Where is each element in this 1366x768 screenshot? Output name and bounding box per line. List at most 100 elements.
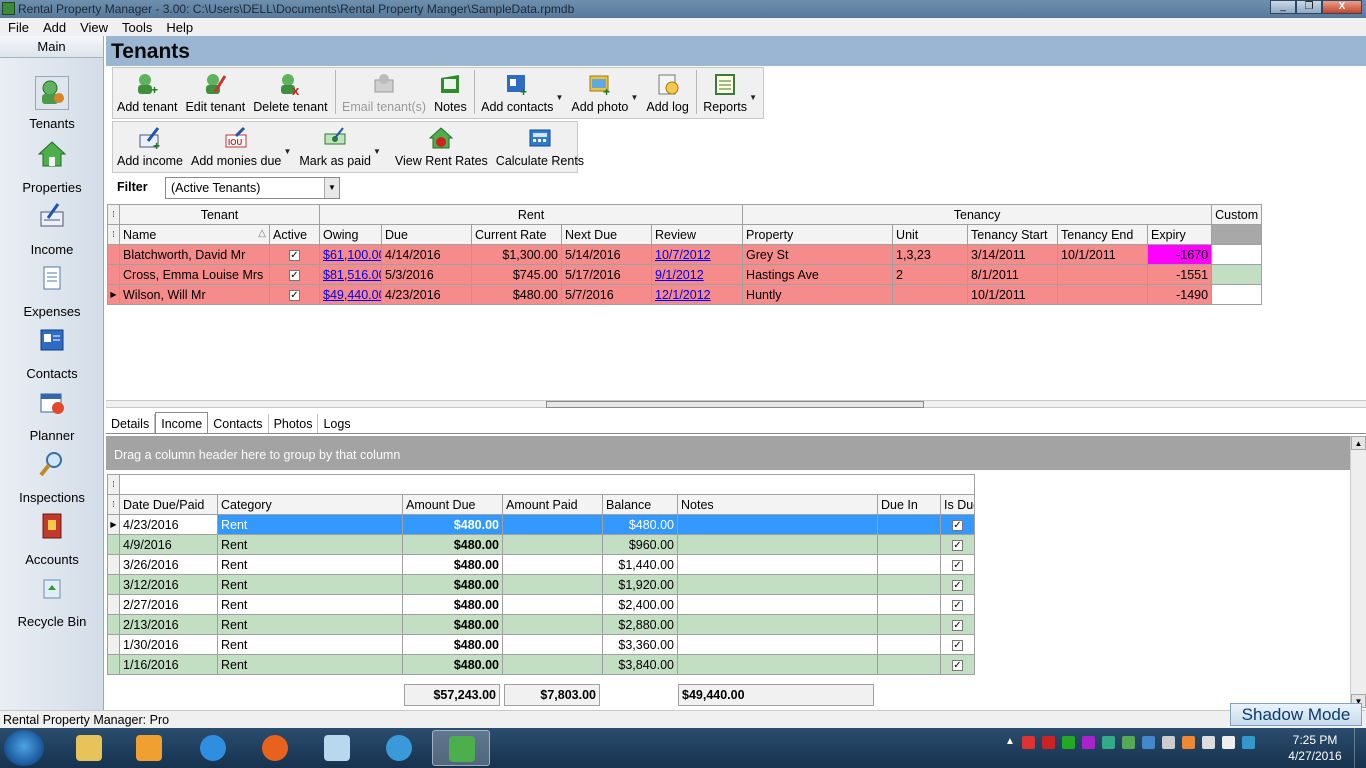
date-cell[interactable]: 3/12/2016 xyxy=(119,574,218,595)
tab-logs[interactable]: Logs xyxy=(318,414,355,434)
add-photo-button[interactable]: + Add photo ▼ xyxy=(567,68,638,118)
tray-icon[interactable] xyxy=(1121,736,1135,749)
volume-icon[interactable] xyxy=(1221,736,1235,749)
active-checkbox[interactable]: ✓ xyxy=(269,264,320,285)
sidebar-item-expenses[interactable]: Expenses xyxy=(0,264,104,324)
review-link[interactable]: 10/7/2012 xyxy=(655,248,711,262)
delete-tenant-button[interactable]: x Delete tenant xyxy=(249,68,331,118)
review-link[interactable]: 12/1/2012 xyxy=(655,288,711,302)
taskbar-media-player[interactable] xyxy=(120,730,178,766)
sidebar-item-properties[interactable]: Properties xyxy=(0,140,104,200)
mark-as-paid-button[interactable]: Mark as paid ▼ xyxy=(295,122,381,172)
col-unit[interactable]: Unit xyxy=(892,224,969,245)
sidebar-item-recycle-bin[interactable]: Recycle Bin xyxy=(0,574,104,634)
minimize-button[interactable]: _ xyxy=(1270,0,1296,14)
col-active[interactable]: Active xyxy=(269,224,320,245)
table-row[interactable]: Cross, Emma Louise Mrs ✓ $81,516.00 5/3/… xyxy=(107,264,1263,285)
menu-add[interactable]: Add xyxy=(39,20,76,35)
date-cell[interactable]: 1/16/2016 xyxy=(119,654,218,675)
col-tenancy-end[interactable]: Tenancy End xyxy=(1057,224,1149,245)
close-button[interactable]: X xyxy=(1322,0,1362,14)
col-date[interactable]: Date Due/Paid xyxy=(119,494,218,515)
tab-contacts[interactable]: Contacts xyxy=(208,414,269,434)
shadow-mode-button[interactable]: Shadow Mode xyxy=(1230,703,1362,726)
add-monies-due-button[interactable]: IOU Add monies due ▼ xyxy=(187,122,291,172)
is-due-checkbox[interactable]: ✓ xyxy=(940,534,975,555)
is-due-checkbox[interactable]: ✓ xyxy=(940,554,975,575)
chevron-down-icon[interactable]: ▼ xyxy=(630,93,638,102)
is-due-checkbox[interactable]: ✓ xyxy=(940,594,975,615)
col-due[interactable]: Due xyxy=(381,224,472,245)
chevron-down-icon[interactable]: ▼ xyxy=(555,93,563,102)
clock[interactable]: 7:25 PM 4/27/2016 xyxy=(1284,732,1346,764)
vertical-scrollbar[interactable]: ▲ ▼ xyxy=(1350,436,1366,708)
calculate-rents-button[interactable]: Calculate Rents xyxy=(492,122,588,172)
tray-icon[interactable] xyxy=(1241,736,1255,749)
review-link[interactable]: 9/1/2012 xyxy=(655,268,704,282)
view-rent-rates-button[interactable]: View Rent Rates xyxy=(391,122,492,172)
date-cell[interactable]: 3/26/2016 xyxy=(119,554,218,575)
owing-link[interactable]: $49,440.00 xyxy=(323,288,381,302)
chevron-down-icon[interactable]: ▼ xyxy=(324,178,339,198)
is-due-checkbox[interactable]: ✓ xyxy=(940,614,975,635)
splitter-grip[interactable] xyxy=(546,401,924,408)
taskbar-notepad[interactable] xyxy=(308,730,366,766)
owing-link[interactable]: $61,100.00 xyxy=(323,248,381,262)
edit-tenant-button[interactable]: Edit tenant xyxy=(181,68,249,118)
email-tenants-button[interactable]: Email tenant(s) xyxy=(338,68,430,118)
tab-income[interactable]: Income xyxy=(155,412,209,434)
is-due-checkbox[interactable]: ✓ xyxy=(940,654,975,675)
table-row[interactable]: 2/13/2016 Rent $480.00 $2,880.00 ✓ xyxy=(107,614,975,635)
menu-view[interactable]: View xyxy=(76,20,118,35)
col-expiry[interactable]: Expiry xyxy=(1147,224,1213,245)
is-due-checkbox[interactable]: ✓ xyxy=(940,634,975,655)
add-log-button[interactable]: Add log xyxy=(642,68,692,118)
col-category[interactable]: Category xyxy=(217,494,403,515)
tray-icon[interactable] xyxy=(1041,736,1055,749)
table-row[interactable]: 2/27/2016 Rent $480.00 $2,400.00 ✓ xyxy=(107,594,975,615)
panel-splitter[interactable] xyxy=(106,400,1366,408)
col-owing[interactable]: Owing xyxy=(319,224,382,245)
date-cell[interactable]: 2/13/2016 xyxy=(119,614,218,635)
table-row[interactable]: 1/30/2016 Rent $480.00 $3,360.00 ✓ xyxy=(107,634,975,655)
col-review[interactable]: Review xyxy=(650,224,744,245)
tray-icon[interactable] xyxy=(1101,736,1115,749)
column-chooser[interactable]: ⁞ xyxy=(107,494,120,515)
reports-button[interactable]: Reports ▼ xyxy=(699,68,757,118)
tray-icon[interactable] xyxy=(1161,736,1175,749)
is-due-checkbox[interactable]: ✓ xyxy=(940,574,975,595)
taskbar-explorer[interactable] xyxy=(60,730,118,766)
start-button[interactable] xyxy=(4,730,44,766)
taskbar-internet-explorer[interactable] xyxy=(184,730,242,766)
tray-icon[interactable] xyxy=(1061,736,1075,749)
col-balance[interactable]: Balance xyxy=(602,494,678,515)
menu-file[interactable]: File xyxy=(4,20,39,35)
sidebar-item-tenants[interactable]: Tenants xyxy=(0,76,104,136)
tab-photos[interactable]: Photos xyxy=(269,414,319,434)
col-tenancy-start[interactable]: Tenancy Start xyxy=(967,224,1059,245)
taskbar-firefox[interactable] xyxy=(246,730,304,766)
active-checkbox[interactable]: ✓ xyxy=(269,244,320,265)
notes-button[interactable]: Notes xyxy=(430,68,471,118)
date-cell[interactable]: 1/30/2016 xyxy=(119,634,218,655)
col-due-in[interactable]: Due In xyxy=(877,494,941,515)
taskbar-rental-property-manager[interactable] xyxy=(432,730,490,766)
col-name[interactable]: Name △ xyxy=(119,224,270,245)
is-due-checkbox[interactable]: ✓ xyxy=(940,514,975,535)
table-row[interactable]: 1/16/2016 Rent $480.00 $3,840.00 ✓ xyxy=(107,654,975,675)
sidebar-item-income[interactable]: Income xyxy=(0,202,104,262)
taskbar-globe[interactable] xyxy=(370,730,428,766)
column-chooser[interactable]: ⁞ xyxy=(107,204,120,225)
tenant-name[interactable]: Blatchworth, David Mr xyxy=(119,244,270,265)
date-cell[interactable]: 4/9/2016 xyxy=(119,534,218,555)
scroll-up-icon[interactable]: ▲ xyxy=(1351,436,1366,450)
show-desktop-button[interactable] xyxy=(1354,728,1366,768)
col-next-due[interactable]: Next Due xyxy=(561,224,652,245)
tray-icon[interactable] xyxy=(1021,736,1035,749)
date-cell[interactable]: 4/23/2016 xyxy=(119,514,218,535)
table-row[interactable]: 3/26/2016 Rent $480.00 $1,440.00 ✓ xyxy=(107,554,975,575)
date-cell[interactable]: 2/27/2016 xyxy=(119,594,218,615)
col-current-rate[interactable]: Current Rate xyxy=(471,224,562,245)
add-income-button[interactable]: + Add income xyxy=(113,122,187,172)
col-is-due[interactable]: Is Due xyxy=(940,494,975,515)
